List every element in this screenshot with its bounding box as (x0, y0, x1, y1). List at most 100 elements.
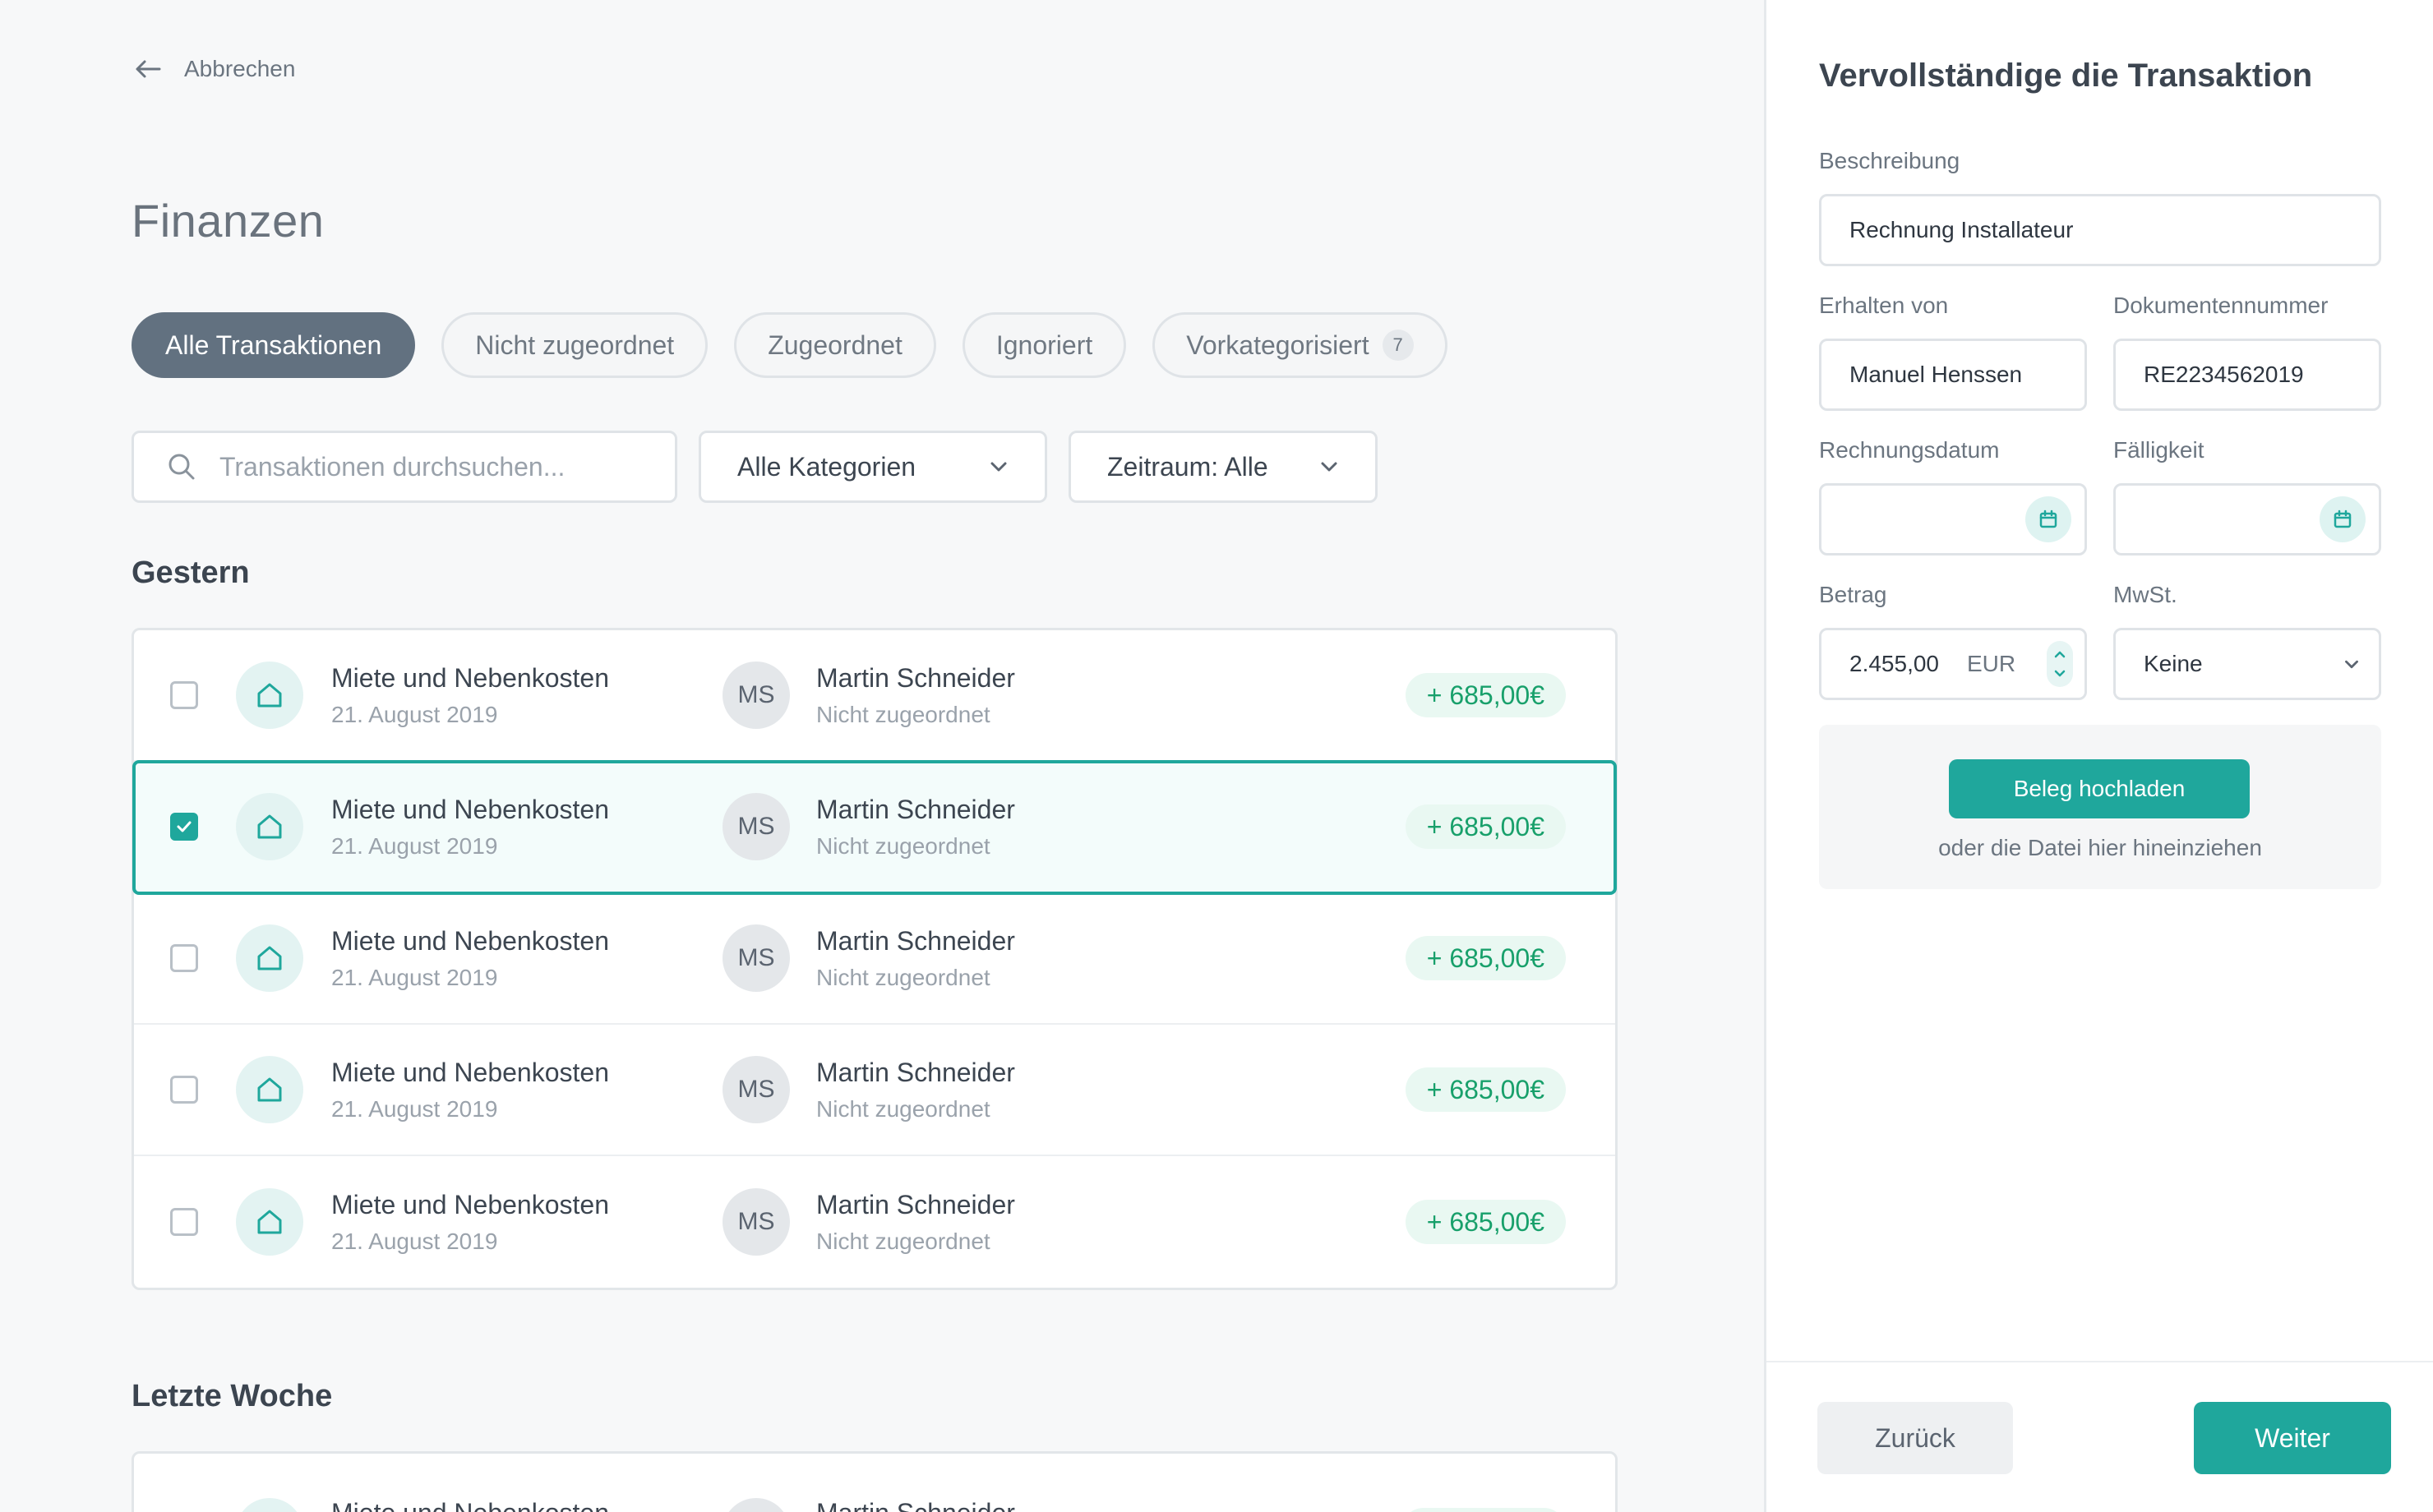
transaction-title: Miete und Nebenkosten (331, 662, 609, 693)
tab-label: Alle Transaktionen (165, 330, 382, 360)
main-content: Abbrechen Finanzen Alle Transaktionen Ni… (0, 0, 1764, 1512)
transaction-info: Miete und Nebenkosten 21. August 2019 (331, 663, 609, 728)
row-checkbox[interactable] (170, 681, 198, 709)
transaction-row[interactable]: Miete und Nebenkosten 21. August 2019 MS… (134, 1025, 1615, 1156)
tab-label: Zugeordnet (768, 330, 903, 360)
tab-all-transactions[interactable]: Alle Transaktionen (132, 312, 416, 378)
transaction-row[interactable]: Miete und Nebenkosten MS Martin Schneide… (134, 1454, 1615, 1512)
assignment-status: Nicht zugeordnet (816, 1095, 990, 1122)
chevron-down-icon (2345, 660, 2358, 669)
counterparty-info: Martin Schneider Nicht zugeordnet (816, 663, 1015, 728)
calendar-icon[interactable] (2025, 496, 2071, 542)
description-field[interactable] (1849, 217, 2351, 243)
vat-label: MwSt. (2113, 582, 2177, 607)
category-select-value: Alle Kategorien (737, 451, 916, 482)
counterparty-info: Martin Schneider Nicht zugeordnet (816, 1058, 1015, 1122)
chevron-down-icon[interactable] (2051, 664, 2069, 682)
search-box (132, 431, 677, 503)
amount-badge (1401, 1508, 1566, 1512)
tab-precategorized[interactable]: Vorkategorisiert 7 (1152, 312, 1447, 378)
upload-receipt-button[interactable]: Beleg hochladen (1949, 759, 2250, 818)
tab-label: Vorkategorisiert (1186, 330, 1369, 360)
transaction-row[interactable]: Miete und Nebenkosten 21. August 2019 MS… (134, 630, 1615, 762)
house-icon (236, 793, 303, 860)
counterparty-info: Martin Schneider (816, 1498, 1015, 1512)
due-label: Fälligkeit (2113, 437, 2204, 463)
next-button[interactable]: Weiter (2194, 1402, 2391, 1474)
tab-ignored[interactable]: Ignoriert (962, 312, 1127, 378)
transaction-row[interactable]: Miete und Nebenkosten 21. August 2019 MS… (134, 893, 1615, 1025)
avatar: MS (723, 1056, 790, 1123)
drop-hint: oder die Datei hier hineinziehen (1938, 835, 2262, 860)
period-select-value: Zeitraum: Alle (1107, 451, 1268, 482)
assignment-status: Nicht zugeordnet (816, 832, 990, 859)
category-select[interactable]: Alle Kategorien (699, 431, 1047, 503)
counterparty-name: Martin Schneider (816, 925, 1015, 956)
transaction-date: 21. August 2019 (331, 964, 498, 990)
invoice-date-label: Rechnungsdatum (1819, 437, 2000, 463)
vat-select[interactable]: Keine (2113, 628, 2381, 700)
cancel-link[interactable]: Abbrechen (132, 53, 295, 85)
counterparty-name: Martin Schneider (816, 1189, 1015, 1219)
house-icon (236, 924, 303, 992)
doc-number-field[interactable] (2144, 362, 2351, 388)
amount-badge: + 685,00€ (1405, 673, 1566, 717)
transaction-title: Miete und Nebenkosten (331, 794, 609, 824)
transaction-info: Miete und Nebenkosten 21. August 2019 (331, 1058, 609, 1122)
amount-badge: + 685,00€ (1405, 1067, 1566, 1112)
avatar: MS (723, 1188, 790, 1256)
panel-footer: Zurück Weiter (1766, 1361, 2433, 1512)
vat-select-value: Keine (2144, 651, 2203, 676)
avatar: MS (723, 924, 790, 992)
section-title-last-week: Letzte Woche (132, 1379, 333, 1413)
tab-assigned[interactable]: Zugeordnet (734, 312, 936, 378)
transaction-info: Miete und Nebenkosten 21. August 2019 (331, 926, 609, 991)
cancel-label: Abbrechen (184, 56, 296, 81)
tab-label: Ignoriert (995, 330, 1093, 360)
filter-bar: Alle Kategorien Zeitraum: Alle (132, 431, 1399, 503)
counterparty-info: Martin Schneider Nicht zugeordnet (816, 1190, 1015, 1255)
row-checkbox[interactable] (170, 1208, 198, 1236)
search-input[interactable] (219, 451, 598, 482)
amount-value: 2.455,00 (1849, 651, 1939, 676)
house-icon (236, 662, 303, 729)
row-checkbox[interactable] (170, 813, 198, 841)
amount-field[interactable]: 2.455,00 EUR (1819, 628, 2087, 700)
due-date-field[interactable] (2113, 483, 2381, 555)
arrow-left-icon (136, 60, 161, 78)
chevron-down-icon (990, 462, 1007, 472)
amount-stepper[interactable] (2047, 641, 2073, 687)
transaction-date: 21. August 2019 (331, 1095, 498, 1122)
counterparty-info: Martin Schneider Nicht zugeordnet (816, 795, 1015, 860)
transaction-info: Miete und Nebenkosten 21. August 2019 (331, 795, 609, 860)
transaction-date: 21. August 2019 (331, 701, 498, 727)
receipt-dropzone[interactable]: Beleg hochladen oder die Datei hier hine… (1819, 725, 2381, 889)
received-from-field[interactable] (1849, 362, 2057, 388)
transaction-date: 21. August 2019 (331, 1228, 498, 1254)
row-checkbox[interactable] (170, 944, 198, 972)
tab-unassigned[interactable]: Nicht zugeordnet (441, 312, 709, 378)
description-field-wrapper (1819, 194, 2381, 266)
row-checkbox[interactable] (170, 1076, 198, 1104)
back-button[interactable]: Zurück (1817, 1402, 2013, 1474)
chevron-down-icon (1321, 462, 1337, 472)
calendar-icon[interactable] (2320, 496, 2366, 542)
description-label: Beschreibung (1819, 148, 1960, 173)
invoice-date-field[interactable] (1819, 483, 2087, 555)
panel-title: Vervollständige die Transaktion (1819, 58, 2313, 94)
transaction-row-selected[interactable]: Miete und Nebenkosten 21. August 2019 MS… (132, 760, 1617, 895)
period-select[interactable]: Zeitraum: Alle (1069, 431, 1378, 503)
amount-badge: + 685,00€ (1405, 1200, 1566, 1244)
transaction-row[interactable]: Miete und Nebenkosten 21. August 2019 MS… (134, 1156, 1615, 1288)
transaction-info: Miete und Nebenkosten (331, 1498, 609, 1512)
transaction-detail-panel: Vervollständige die Transaktion Beschrei… (1764, 0, 2433, 1512)
amount-badge: + 685,00€ (1405, 936, 1566, 980)
transaction-date: 21. August 2019 (331, 832, 498, 859)
house-icon (236, 1056, 303, 1123)
chevron-up-icon[interactable] (2051, 646, 2069, 664)
assignment-status: Nicht zugeordnet (816, 964, 990, 990)
counterparty-name: Martin Schneider (816, 794, 1015, 824)
filter-tabs: Alle Transaktionen Nicht zugeordnet Zuge… (132, 312, 1474, 378)
house-icon (236, 1188, 303, 1256)
currency-label: EUR (1967, 651, 2016, 676)
